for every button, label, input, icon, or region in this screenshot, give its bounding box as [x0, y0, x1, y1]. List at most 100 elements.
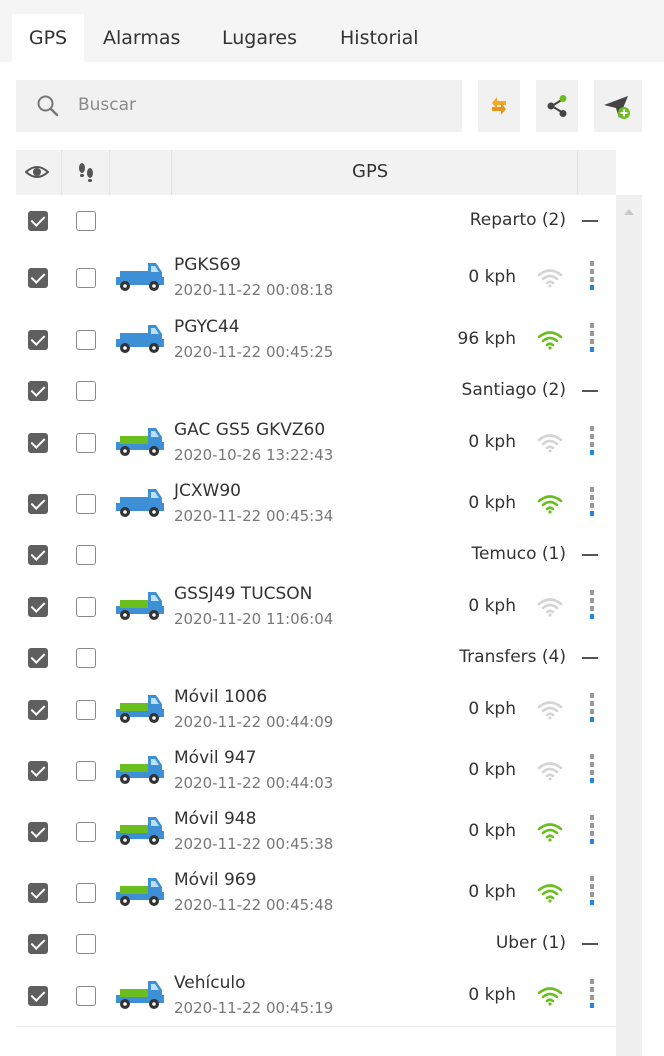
vehicle-row[interactable]: Móvil 969 2020-11-22 00:45:48 0 kph [16, 862, 616, 924]
vehicle-row[interactable]: Móvil 948 2020-11-22 00:45:38 0 kph [16, 801, 616, 863]
truck-icon [114, 323, 166, 359]
collapse-icon[interactable] [582, 390, 598, 392]
footprints-icon[interactable] [76, 161, 96, 185]
vehicle-menu-button[interactable] [589, 261, 595, 293]
vehicle-row[interactable]: PGKS69 2020-11-22 00:08:18 0 kph [16, 247, 616, 310]
group-visible-checkbox[interactable] [28, 648, 48, 668]
vehicle-menu-button[interactable] [589, 426, 595, 458]
vehicle-visible-checkbox[interactable] [28, 883, 48, 903]
vehicle-speed: 0 kph [468, 821, 516, 841]
group-row[interactable]: Reparto (2) [16, 195, 616, 248]
vehicle-follow-checkbox[interactable] [76, 986, 96, 1006]
tab-gps[interactable]: GPS [12, 14, 84, 62]
scrollbar[interactable] [616, 195, 642, 1056]
vehicle-follow-checkbox[interactable] [76, 883, 96, 903]
vehicle-name: GSSJ49 TUCSON [174, 584, 313, 604]
vehicle-follow-checkbox[interactable] [76, 330, 96, 350]
vehicle-visible-checkbox[interactable] [28, 761, 48, 781]
vehicle-menu-button[interactable] [589, 979, 595, 1011]
signal-icon [537, 268, 563, 292]
scroll-up-arrow-icon[interactable] [624, 209, 634, 215]
group-row[interactable]: Transfers (4) [16, 637, 616, 680]
vehicle-visible-checkbox[interactable] [28, 433, 48, 453]
vehicle-row[interactable]: JCXW90 2020-11-22 00:45:34 0 kph [16, 473, 616, 535]
vehicle-speed: 0 kph [468, 699, 516, 719]
search-input[interactable]: Buscar [78, 95, 136, 115]
vehicle-visible-checkbox[interactable] [28, 986, 48, 1006]
vehicle-follow-checkbox[interactable] [76, 433, 96, 453]
vehicle-row[interactable]: PGYC44 2020-11-22 00:45:25 96 kph [16, 309, 616, 371]
vehicle-menu-button[interactable] [589, 590, 595, 622]
vehicle-last-update: 2020-11-22 00:45:48 [174, 896, 334, 914]
vehicle-menu-button[interactable] [589, 487, 595, 519]
sync-icon [492, 97, 506, 115]
vehicle-visible-checkbox[interactable] [28, 494, 48, 514]
vehicle-follow-checkbox[interactable] [76, 700, 96, 720]
vehicle-follow-checkbox[interactable] [76, 494, 96, 514]
truck-icon [114, 815, 166, 851]
eye-icon[interactable] [25, 163, 49, 181]
share-button[interactable] [536, 80, 578, 132]
vehicle-menu-button[interactable] [589, 876, 595, 908]
vehicle-visible-checkbox[interactable] [28, 597, 48, 617]
group-follow-checkbox[interactable] [76, 545, 96, 565]
collapse-icon[interactable] [582, 657, 598, 659]
collapse-icon[interactable] [582, 943, 598, 945]
collapse-icon[interactable] [582, 220, 598, 222]
truck-icon [114, 693, 166, 729]
tab-lugares[interactable]: Lugares [222, 14, 297, 62]
vehicle-follow-checkbox[interactable] [76, 268, 96, 288]
vehicle-follow-checkbox[interactable] [76, 597, 96, 617]
add-device-button[interactable] [594, 80, 642, 132]
group-visible-checkbox[interactable] [28, 381, 48, 401]
vehicle-row[interactable]: Móvil 1006 2020-11-22 00:44:09 0 kph [16, 679, 616, 741]
signal-icon [537, 883, 563, 907]
vehicle-menu-button[interactable] [589, 815, 595, 847]
vehicle-row[interactable]: GSSJ49 TUCSON 2020-11-20 11:06:04 0 kph [16, 576, 616, 638]
group-row[interactable]: Uber (1) [16, 923, 616, 966]
search-box[interactable]: Buscar [16, 80, 462, 132]
vehicle-visible-checkbox[interactable] [28, 822, 48, 842]
vehicle-name: Vehículo [174, 973, 246, 993]
group-follow-checkbox[interactable] [76, 381, 96, 401]
vehicle-speed: 0 kph [468, 267, 516, 287]
group-visible-checkbox[interactable] [28, 934, 48, 954]
vehicle-last-update: 2020-10-26 13:22:43 [174, 446, 334, 464]
signal-icon [537, 330, 563, 354]
collapse-icon[interactable] [582, 554, 598, 556]
vehicle-visible-checkbox[interactable] [28, 268, 48, 288]
group-visible-checkbox[interactable] [28, 545, 48, 565]
tab-alarmas[interactable]: Alarmas [103, 14, 180, 62]
group-follow-checkbox[interactable] [76, 211, 96, 231]
tab-historial[interactable]: Historial [340, 14, 419, 62]
group-label: Temuco (1) [471, 544, 566, 564]
signal-icon [537, 494, 563, 518]
vehicle-menu-button[interactable] [589, 323, 595, 355]
vehicle-row[interactable]: Vehículo 2020-11-22 00:45:19 0 kph [16, 965, 616, 1027]
vehicle-menu-button[interactable] [589, 754, 595, 786]
group-visible-checkbox[interactable] [28, 211, 48, 231]
vehicle-last-update: 2020-11-22 00:08:18 [174, 281, 334, 299]
group-row[interactable]: Santiago (2) [16, 370, 616, 413]
vehicle-follow-checkbox[interactable] [76, 822, 96, 842]
vehicle-last-update: 2020-11-22 00:45:19 [174, 999, 334, 1017]
vehicle-speed: 0 kph [468, 760, 516, 780]
vehicle-follow-checkbox[interactable] [76, 761, 96, 781]
refresh-button[interactable] [478, 80, 520, 132]
group-row[interactable]: Temuco (1) [16, 534, 616, 577]
vehicle-visible-checkbox[interactable] [28, 700, 48, 720]
signal-icon [537, 761, 563, 785]
vehicle-last-update: 2020-11-22 00:45:38 [174, 835, 334, 853]
group-follow-checkbox[interactable] [76, 934, 96, 954]
vehicle-last-update: 2020-11-22 00:45:34 [174, 507, 334, 525]
group-follow-checkbox[interactable] [76, 648, 96, 668]
vehicle-visible-checkbox[interactable] [28, 330, 48, 350]
search-icon [37, 95, 59, 117]
vehicle-row[interactable]: GAC GS5 GKVZ60 2020-10-26 13:22:43 0 kph [16, 412, 616, 474]
vehicle-last-update: 2020-11-22 00:45:25 [174, 343, 334, 361]
signal-icon [537, 700, 563, 724]
vehicle-menu-button[interactable] [589, 693, 595, 725]
truck-icon [114, 426, 166, 462]
vehicle-row[interactable]: Móvil 947 2020-11-22 00:44:03 0 kph [16, 740, 616, 802]
group-label: Uber (1) [495, 933, 566, 953]
